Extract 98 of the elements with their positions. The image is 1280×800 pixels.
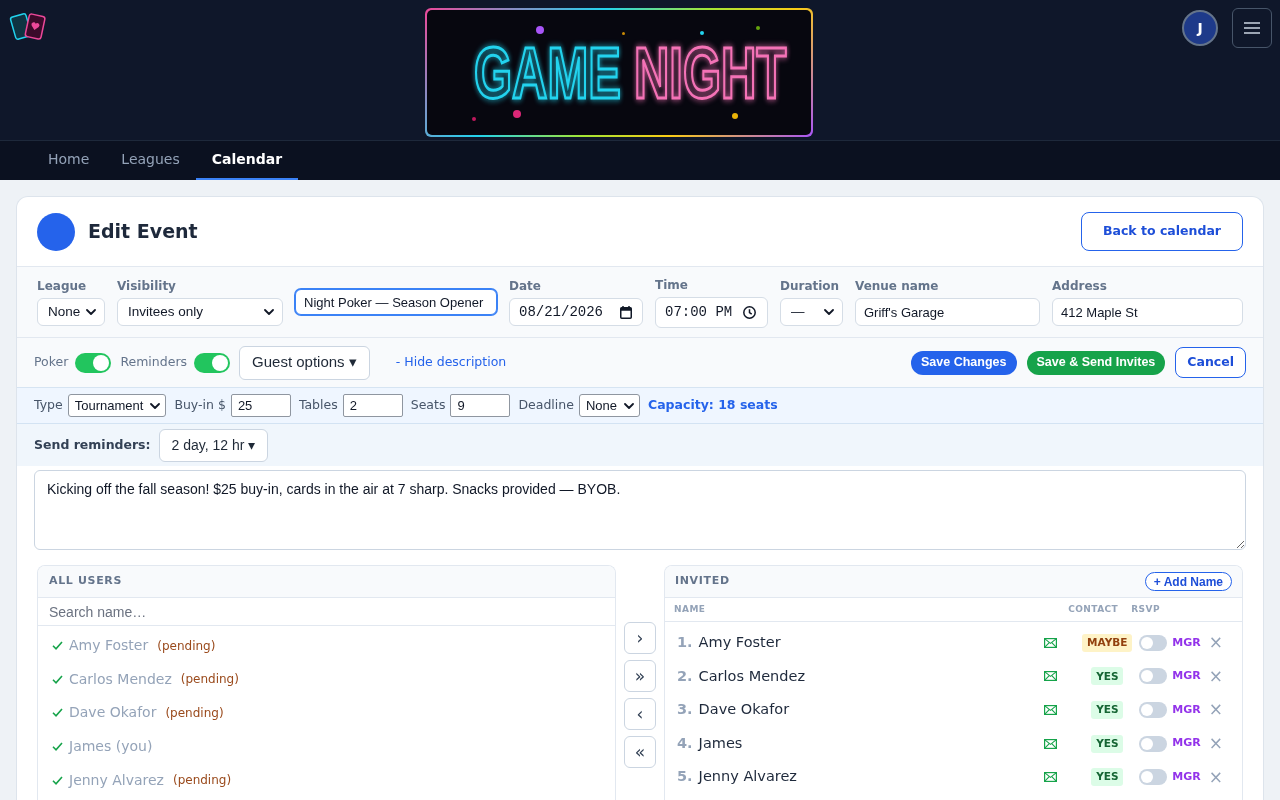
manager-label: MGR xyxy=(1172,634,1201,651)
manager-label: MGR xyxy=(1172,668,1201,685)
field-label: Date xyxy=(509,278,542,294)
number-field[interactable]: 25 xyxy=(230,394,291,417)
date-field[interactable]: 08/21/2026 xyxy=(509,298,643,326)
dropdown[interactable]: Invitees only xyxy=(117,298,283,326)
number-field[interactable]: 9 xyxy=(450,394,511,417)
rsvp-badge: YES xyxy=(1091,768,1124,787)
save-button[interactable]: Save Changes xyxy=(911,350,1017,375)
manager-label: MGR xyxy=(1172,768,1201,785)
time-field[interactable]: 07:00 PM xyxy=(655,296,768,328)
manager-label: MGR xyxy=(1172,701,1201,718)
field-label: Type xyxy=(34,396,63,415)
transfer-button[interactable]: › xyxy=(624,622,656,654)
toggle-switch[interactable] xyxy=(1139,702,1168,718)
rsvp-badge: YES xyxy=(1091,667,1124,686)
dropdown[interactable]: Tournament xyxy=(67,394,167,417)
nav-tab[interactable]: Calendar xyxy=(195,141,299,180)
calendar-icon[interactable] xyxy=(620,305,632,319)
row-number: 2. xyxy=(677,666,693,686)
toggle-switch[interactable] xyxy=(194,352,231,373)
status-note: (pending) xyxy=(157,637,216,655)
row-number: 1. xyxy=(677,632,693,652)
field-label: League xyxy=(37,278,88,294)
transfer-button[interactable]: « xyxy=(624,736,656,768)
field-label: Venue name xyxy=(855,278,940,294)
text-field[interactable]: Night Poker — Season Opener xyxy=(295,289,497,315)
nav-tab[interactable]: Leagues xyxy=(105,141,196,180)
cancel-button[interactable]: Cancel xyxy=(1175,347,1246,378)
panel-title: INVITED xyxy=(675,573,730,590)
chevron-down-icon xyxy=(150,402,161,409)
chevron-down-icon xyxy=(86,309,96,315)
field-label: Visibility xyxy=(117,278,177,294)
nav-tab[interactable]: Home xyxy=(32,141,106,180)
text-field[interactable]: 412 Maple St xyxy=(1052,298,1243,326)
manager-label: MGR xyxy=(1172,735,1201,752)
field-label: Time xyxy=(655,276,689,293)
guest-options-button[interactable]: Guest options ▾ xyxy=(239,345,370,380)
number-field[interactable]: 2 xyxy=(342,394,403,417)
toggle-switch[interactable] xyxy=(1139,735,1168,752)
rsvp-badge: MAYBE xyxy=(1082,633,1133,652)
capacity-text: Capacity: 18 seats xyxy=(648,396,778,415)
chevron-down-icon xyxy=(624,402,634,409)
invitee-name: James xyxy=(698,733,743,753)
column-header: CONTACT xyxy=(1068,602,1119,616)
back-button[interactable]: Back to calendar xyxy=(1081,212,1243,251)
toggle-switch[interactable] xyxy=(1139,769,1168,786)
field-label: Tables xyxy=(298,396,338,415)
status-note: (pending) xyxy=(172,772,232,790)
dropdown[interactable]: None xyxy=(578,394,640,417)
status-note: (pending) xyxy=(180,671,239,689)
chevron-down-icon xyxy=(264,309,274,315)
row-number: 4. xyxy=(677,733,693,753)
toggle-label: Reminders xyxy=(120,353,188,372)
status-note: (pending) xyxy=(165,705,224,722)
field-label: Address xyxy=(1052,278,1108,294)
rsvp-badge: YES xyxy=(1091,701,1124,719)
avatar[interactable]: J xyxy=(1182,10,1218,46)
add-name-button[interactable]: + Add Name xyxy=(1144,572,1232,591)
description-field[interactable]: Kicking off the fall season! $25 buy-in, cards in the air at 7 sharp. Snacks provided — BYOB. xyxy=(34,470,1246,550)
text-field[interactable]: Griff's Garage xyxy=(855,298,1040,326)
envelope-icon[interactable] xyxy=(1044,705,1058,715)
toggle-switch[interactable] xyxy=(1139,668,1168,685)
envelope-icon[interactable] xyxy=(1044,671,1058,682)
field-label: Deadline xyxy=(518,396,574,415)
row-number: 5. xyxy=(677,767,693,787)
page-title: Edit Event xyxy=(88,219,198,245)
toggle-label: Poker xyxy=(34,353,69,372)
menu-icon xyxy=(1244,22,1260,34)
transfer-button[interactable]: » xyxy=(624,660,656,692)
toggle-switch[interactable] xyxy=(75,352,112,373)
envelope-icon[interactable] xyxy=(1044,738,1058,749)
clock-icon[interactable] xyxy=(743,305,756,319)
transfer-button[interactable]: ‹ xyxy=(624,698,656,730)
chevron-down-icon xyxy=(824,309,834,315)
row-number: 3. xyxy=(677,700,693,720)
dropdown[interactable]: None xyxy=(37,298,105,326)
banner-word: GAME xyxy=(474,42,621,103)
envelope-icon[interactable] xyxy=(1044,637,1058,648)
dropdown[interactable]: — xyxy=(780,298,843,326)
field-label: Buy-in $ xyxy=(174,396,226,415)
invitee-name: Carlos Mendez xyxy=(698,666,805,686)
field-label: Duration xyxy=(780,278,841,294)
column-header: RSVP xyxy=(1131,602,1160,616)
banner-word: NIGHT xyxy=(634,42,787,103)
field-label: Seats xyxy=(410,396,446,415)
menu-button[interactable] xyxy=(1232,8,1272,48)
panel-title: ALL USERS xyxy=(49,573,123,590)
field-label: Send reminders: xyxy=(34,435,151,454)
envelope-icon[interactable] xyxy=(1044,772,1058,783)
hide-description-link[interactable]: - Hide description xyxy=(395,353,507,372)
reminder-dropdown[interactable]: 2 day, 12 hr ▾ xyxy=(158,428,269,462)
toggle-switch[interactable] xyxy=(1139,634,1168,651)
rsvp-badge: YES xyxy=(1091,734,1124,753)
column-header: NAME xyxy=(674,602,706,616)
invitee-name: Jenny Alvarez xyxy=(698,767,797,787)
invitee-name: Amy Foster xyxy=(698,632,781,652)
invitee-name: Dave Okafor xyxy=(698,700,790,720)
